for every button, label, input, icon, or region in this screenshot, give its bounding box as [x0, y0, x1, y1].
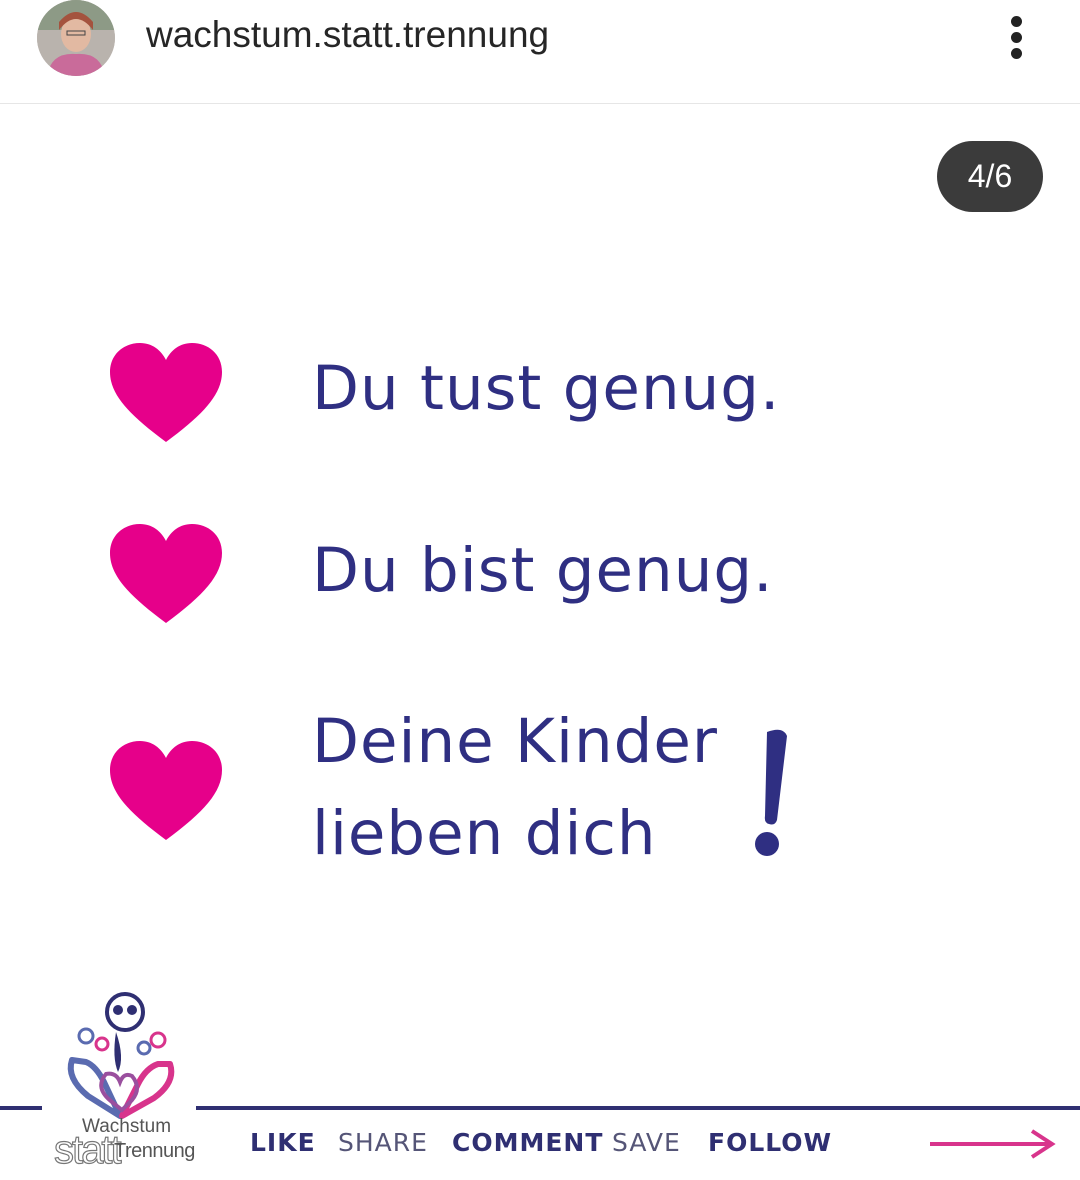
affirmation-line-3a: Deine Kinder	[312, 706, 718, 777]
heart-icon	[110, 343, 222, 442]
follow-button[interactable]: FOLLOW	[708, 1128, 832, 1157]
affirmation-line-2: Du bist genug.	[312, 535, 774, 606]
post-header: wachstum.statt.trennung	[0, 0, 1080, 104]
slide-counter: 4/6	[937, 141, 1043, 212]
divider-left	[0, 1106, 42, 1110]
affirmation-line-1: Du tust genug.	[312, 353, 781, 424]
comment-button[interactable]: COMMENT	[452, 1128, 603, 1157]
divider-right	[196, 1106, 1080, 1110]
logo-text-trennung: Trennung	[114, 1140, 195, 1162]
share-button[interactable]: SHARE	[338, 1128, 428, 1157]
heart-icon	[110, 741, 222, 840]
avatar[interactable]	[37, 0, 115, 76]
more-vertical-icon[interactable]	[1000, 12, 1034, 62]
heart-icon	[110, 524, 222, 623]
affirmation-line-3b: lieben dich	[312, 798, 657, 869]
username[interactable]: wachstum.statt.trennung	[146, 14, 549, 56]
like-button[interactable]: LIKE	[250, 1128, 316, 1157]
arrow-right-icon[interactable]	[928, 1128, 1058, 1160]
save-button[interactable]: SAVE	[612, 1128, 681, 1157]
logo-text-statt: statt	[53, 1127, 122, 1172]
exclamation-mark	[755, 729, 787, 856]
